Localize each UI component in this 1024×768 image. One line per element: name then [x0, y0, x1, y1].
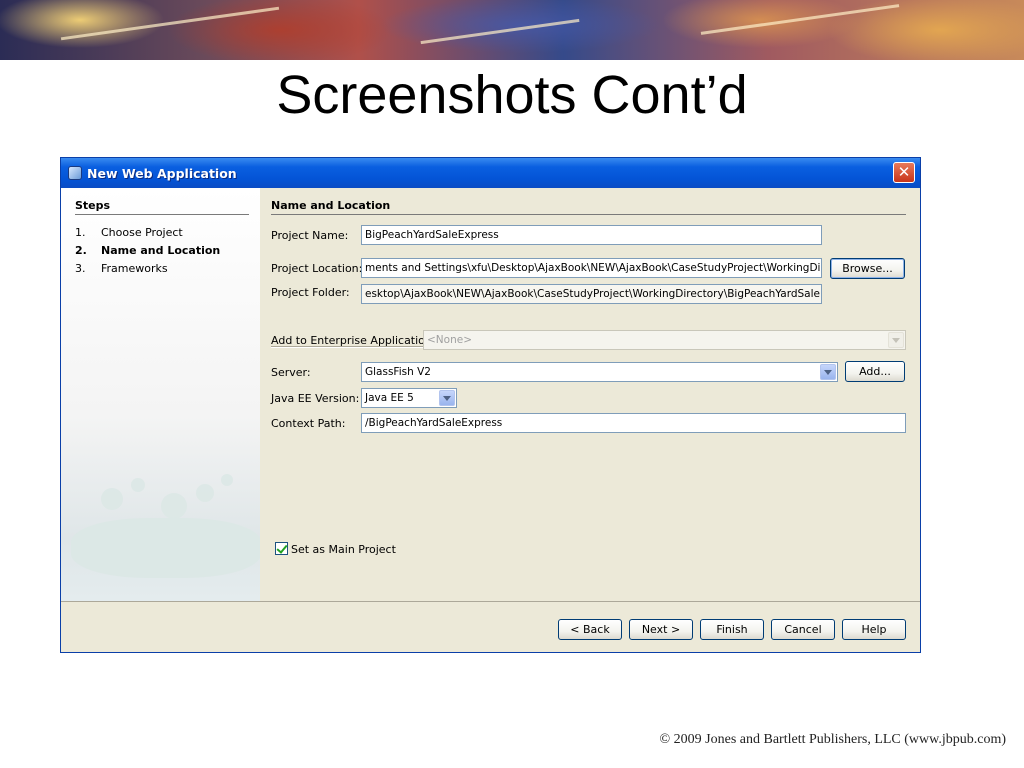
step-number: 2.: [75, 244, 87, 257]
browse-button[interactable]: Browse...: [830, 258, 905, 279]
main-project-checkbox[interactable]: [275, 542, 288, 555]
close-icon: ✕: [897, 163, 911, 181]
step-label: Name and Location: [101, 244, 221, 257]
new-web-application-dialog: New Web Application ✕ Steps 1. Choose Pro…: [60, 157, 921, 653]
section-heading: Name and Location: [271, 199, 906, 215]
add-server-button[interactable]: Add...: [845, 361, 905, 382]
chevron-down-icon[interactable]: [439, 390, 455, 406]
step-frameworks: 3. Frameworks: [75, 262, 255, 275]
slide-title: Screenshots Cont’d: [276, 65, 748, 125]
decorative-bubble: [221, 474, 233, 486]
java-ee-version-value: Java EE 5: [365, 392, 414, 404]
decorative-banner: [0, 0, 1024, 60]
cancel-button[interactable]: Cancel: [771, 619, 835, 640]
context-path-label: Context Path:: [271, 417, 346, 430]
dialog-footer: < Back Next > Finish Cancel Help: [61, 601, 920, 652]
java-ee-version-select[interactable]: Java EE 5: [361, 388, 457, 408]
step-label: Choose Project: [101, 226, 183, 239]
chevron-down-icon[interactable]: [820, 364, 836, 380]
decorative-bubble: [131, 478, 145, 492]
decorative-bubble: [101, 488, 123, 510]
chevron-down-icon: [888, 332, 904, 348]
name-and-location-pane: Name and Location Project Name: BigPeach…: [260, 188, 920, 601]
context-path-input[interactable]: /BigPeachYardSaleExpress: [361, 413, 906, 433]
server-value: GlassFish V2: [365, 366, 431, 378]
close-button[interactable]: ✕: [893, 162, 915, 183]
project-folder-field: esktop\AjaxBook\NEW\AjaxBook\CaseStudyPr…: [361, 284, 822, 304]
next-button[interactable]: Next >: [629, 619, 693, 640]
server-label: Server:: [271, 366, 311, 379]
step-number: 3.: [75, 262, 86, 275]
project-name-input[interactable]: BigPeachYardSaleExpress: [361, 225, 822, 245]
decorative-bubble: [196, 484, 214, 502]
project-name-label: Project Name:: [271, 229, 349, 242]
java-ee-version-label: Java EE Version:: [271, 392, 360, 405]
step-choose-project: 1. Choose Project: [75, 226, 255, 239]
steps-pane: Steps 1. Choose Project 2. Name and Locati…: [61, 188, 260, 601]
steps-heading: Steps: [75, 199, 249, 215]
back-button[interactable]: < Back: [558, 619, 622, 640]
server-select[interactable]: GlassFish V2: [361, 362, 838, 382]
step-label: Frameworks: [101, 262, 168, 275]
step-name-and-location: 2. Name and Location: [75, 244, 255, 257]
finish-button[interactable]: Finish: [700, 619, 764, 640]
decorative-bubble: [161, 493, 187, 519]
help-button[interactable]: Help: [842, 619, 906, 640]
project-folder-label: Project Folder:: [271, 286, 350, 299]
dialog-titlebar[interactable]: New Web Application ✕: [61, 158, 920, 188]
copyright-notice: © 2009 Jones and Bartlett Publishers, LL…: [659, 732, 1006, 747]
enterprise-application-value: <None>: [427, 334, 472, 346]
netbeans-cube-icon: [68, 166, 82, 180]
project-location-label: Project Location:: [271, 262, 363, 275]
dialog-title: New Web Application: [87, 166, 237, 181]
enterprise-application-label: Add to Enterprise Application:: [271, 334, 436, 347]
enterprise-application-select[interactable]: <None>: [423, 330, 906, 350]
slide: Screenshots Cont’d New Web Application ✕…: [0, 0, 1024, 768]
step-number: 1.: [75, 226, 86, 239]
decorative-bubble: [71, 518, 260, 578]
project-location-input[interactable]: ments and Settings\xfu\Desktop\AjaxBook\…: [361, 258, 822, 278]
main-project-label[interactable]: Set as Main Project: [291, 543, 396, 556]
